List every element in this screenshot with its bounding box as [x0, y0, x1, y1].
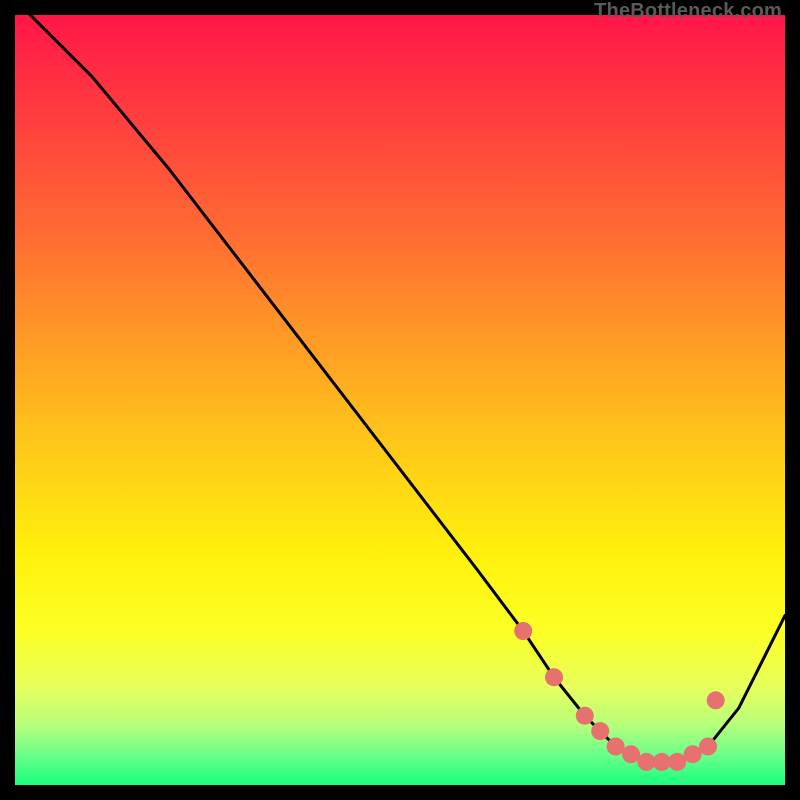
curve-overlay: [15, 15, 785, 785]
data-point: [684, 745, 702, 763]
data-point: [545, 668, 563, 686]
data-point: [699, 738, 717, 756]
data-point: [514, 622, 532, 640]
data-point: [637, 753, 655, 771]
data-point: [707, 691, 725, 709]
chart-frame: TheBottleneck.com: [0, 0, 800, 800]
data-point: [622, 745, 640, 763]
data-point: [668, 753, 686, 771]
data-point: [591, 722, 609, 740]
data-point: [576, 707, 594, 725]
data-point: [607, 738, 625, 756]
data-point: [653, 753, 671, 771]
bottleneck-curve: [15, 0, 785, 762]
